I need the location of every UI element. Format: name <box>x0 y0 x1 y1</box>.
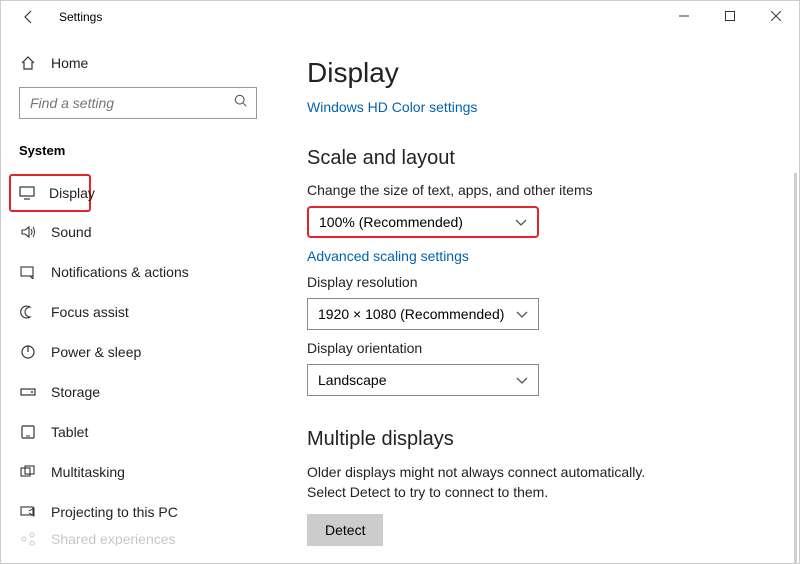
page-title: Display <box>307 57 761 89</box>
scale-label: Change the size of text, apps, and other… <box>307 182 761 198</box>
home-button[interactable]: Home <box>19 45 268 81</box>
scale-heading: Scale and layout <box>307 147 761 170</box>
power-icon <box>19 344 37 360</box>
sidebar-item-label: Shared experiences <box>51 532 176 546</box>
home-label: Home <box>51 55 88 71</box>
chevron-down-icon <box>515 214 527 230</box>
chevron-down-icon <box>516 306 528 322</box>
sidebar-item-focus-assist[interactable]: Focus assist <box>1 292 268 332</box>
multi-heading: Multiple displays <box>307 428 761 451</box>
sidebar-item-storage[interactable]: Storage <box>1 372 268 412</box>
sidebar-item-label: Projecting to this PC <box>51 504 178 520</box>
sidebar-item-label: Sound <box>51 224 91 240</box>
section-label: System <box>19 143 268 166</box>
resolution-value: 1920 × 1080 (Recommended) <box>318 306 504 322</box>
chevron-down-icon <box>516 372 528 388</box>
hdcolor-link[interactable]: Windows HD Color settings <box>307 99 761 115</box>
back-button[interactable] <box>21 9 51 25</box>
sidebar-item-sound[interactable]: Sound <box>1 212 268 252</box>
sidebar-item-label: Focus assist <box>51 304 129 320</box>
window-title: Settings <box>59 10 102 24</box>
multi-description: Older displays might not always connect … <box>307 463 687 502</box>
sidebar-item-label: Multitasking <box>51 464 125 480</box>
minimize-button[interactable] <box>661 1 707 31</box>
focus-assist-icon <box>19 305 37 319</box>
sidebar-item-label: Storage <box>51 384 100 400</box>
search-icon <box>234 94 248 113</box>
tablet-icon <box>19 425 37 439</box>
titlebar: Settings <box>1 1 799 33</box>
advanced-scaling-link[interactable]: Advanced scaling settings <box>307 248 761 264</box>
nav-list: Display Sound Notifications & actions Fo… <box>1 174 268 546</box>
sound-icon <box>19 225 37 239</box>
orientation-label: Display orientation <box>307 340 761 356</box>
storage-icon <box>19 386 37 398</box>
resolution-dropdown[interactable]: 1920 × 1080 (Recommended) <box>307 298 539 330</box>
sidebar-item-tablet[interactable]: Tablet <box>1 412 268 452</box>
sidebar-item-projecting[interactable]: Projecting to this PC <box>1 492 268 532</box>
search-box[interactable] <box>19 87 257 119</box>
sidebar-item-label: Display <box>49 185 95 201</box>
multitasking-icon <box>19 465 37 479</box>
sidebar-item-shared[interactable]: Shared experiences <box>1 532 268 546</box>
notifications-icon <box>19 265 37 279</box>
display-icon <box>19 186 35 200</box>
maximize-button[interactable] <box>707 1 753 31</box>
scale-value: 100% (Recommended) <box>319 214 463 230</box>
sidebar: Home System Display Sound <box>1 33 269 563</box>
sidebar-item-label: Tablet <box>51 424 88 440</box>
orientation-value: Landscape <box>318 372 387 388</box>
shared-icon <box>19 532 37 546</box>
sidebar-item-label: Notifications & actions <box>51 264 189 280</box>
sidebar-item-multitasking[interactable]: Multitasking <box>1 452 268 492</box>
content-area: Display Windows HD Color settings Scale … <box>269 33 799 563</box>
sidebar-item-label: Power & sleep <box>51 344 141 360</box>
window-controls <box>661 1 799 31</box>
scale-dropdown[interactable]: 100% (Recommended) <box>307 206 539 238</box>
close-button[interactable] <box>753 1 799 31</box>
projecting-icon <box>19 505 37 519</box>
sidebar-item-display[interactable]: Display <box>9 174 91 212</box>
scrollbar[interactable] <box>794 173 797 563</box>
sidebar-item-notifications[interactable]: Notifications & actions <box>1 252 268 292</box>
sidebar-item-power-sleep[interactable]: Power & sleep <box>1 332 268 372</box>
detect-button[interactable]: Detect <box>307 514 383 546</box>
home-icon <box>19 55 37 71</box>
orientation-dropdown[interactable]: Landscape <box>307 364 539 396</box>
resolution-label: Display resolution <box>307 274 761 290</box>
search-input[interactable] <box>30 95 234 111</box>
